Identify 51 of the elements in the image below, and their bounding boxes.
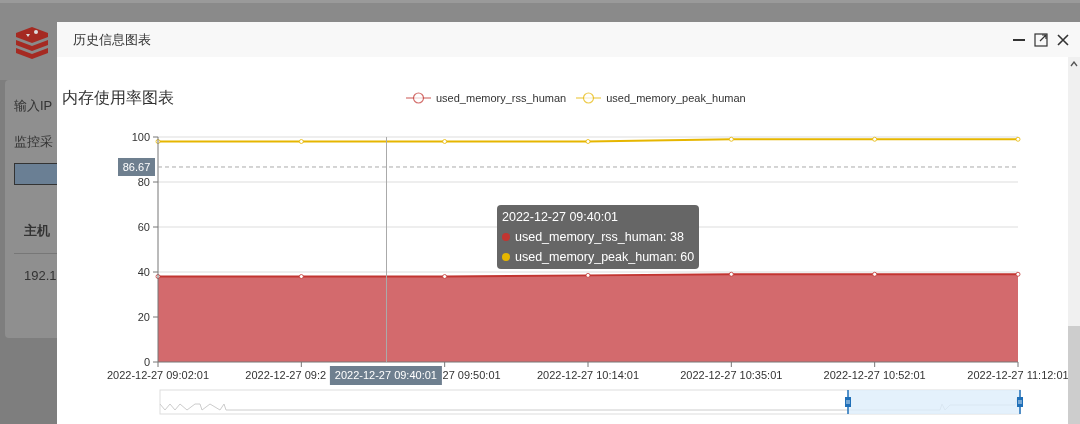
data-point [155,274,161,279]
maximize-icon[interactable] [1034,32,1048,47]
tooltip-row-text: used_memory_peak_human: 60 [515,248,695,266]
data-point [442,139,448,144]
data-point [872,136,878,142]
y-tick-label: 100 [131,131,150,143]
y-tick-label: 80 [137,176,150,188]
x-tick-label: 27 09:50:01 [442,369,501,381]
data-point [442,274,448,279]
data-point [1015,271,1021,277]
axis-pointer-label: 2022-12-27 09:40:01 [329,366,442,385]
legend-label[interactable]: used_memory_rss_human [436,89,567,107]
data-point [585,273,591,278]
zoom-handle[interactable] [845,389,851,415]
data-point [728,136,734,142]
tooltip-row-text: used_memory_rss_human: 38 [515,228,684,246]
tooltip-title: 2022-12-27 09:40:01 [502,209,620,226]
ref-line-label: 86.67 [122,160,151,173]
legend-marker-icon[interactable] [406,91,431,105]
zoom-handle[interactable] [1017,389,1023,415]
table-cell-text: 192.1 [24,266,57,285]
y-tick-label: 40 [137,266,150,278]
y-tick-label: 0 [143,356,150,368]
column-header: 主机 [24,222,50,240]
field-label: 监控采 [14,132,53,151]
data-point [872,271,878,277]
x-tick-label: 2022-12-27 09:02:01 [106,369,210,381]
legend-marker-icon[interactable] [576,91,602,105]
x-tick-label: 2022-12-27 10:35:01 [680,369,783,381]
chart-title: 内存使用率图表 [62,88,174,108]
data-point [298,274,304,279]
dialog-title: 历史信息图表 [73,30,151,49]
data-point [585,139,591,144]
stacked-logo-icon [14,24,50,59]
data-point [728,271,734,277]
scrollbar-thumb[interactable] [1068,326,1080,424]
legend-label[interactable]: used_memory_peak_human [606,89,746,107]
axis-pointer: 86.67 [118,158,1019,176]
y-tick-label: 60 [137,221,150,233]
scrollbar[interactable] [1068,57,1080,424]
data-point [298,139,304,144]
x-tick-label: 2022-12-27 11:12:01 [967,369,1068,381]
x-tick-label: 2022-12-27 10:52:01 [823,369,926,381]
field-label: 输入IP [14,97,53,115]
x-tick-label: 2022-12-27 10:14:01 [536,369,640,381]
y-tick-label: 20 [137,311,150,323]
x-tick-label: 2022-12-27 09:2 [245,369,327,381]
data-point [1015,136,1021,142]
close-icon[interactable] [1056,32,1070,47]
data-point [155,139,161,144]
scroll-up-icon[interactable] [1070,61,1078,67]
